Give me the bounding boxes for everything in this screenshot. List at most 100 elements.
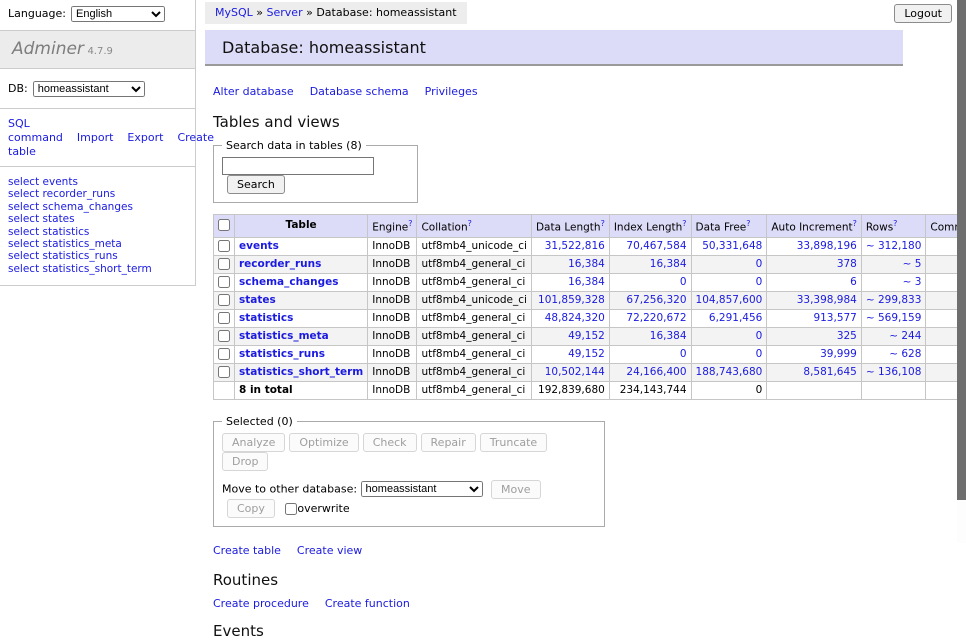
database-schema-link[interactable]: Database schema [310,85,409,98]
select-link[interactable]: select [8,226,39,238]
table-name-link[interactable]: statistics_runs [239,348,325,360]
rows-link[interactable]: ~ 569,159 [866,312,922,325]
auto-increment-link[interactable]: 6 [771,276,857,289]
row-checkbox[interactable] [218,240,230,252]
index-length-link[interactable]: 70,467,584 [614,240,687,253]
rows-link[interactable]: ~ 5 [866,258,922,271]
alter-database-link[interactable]: Alter database [213,85,294,98]
rows-link[interactable]: ~ 244 [866,330,922,343]
db-select[interactable]: homeassistant [33,81,145,97]
import-link[interactable]: Import [77,131,114,144]
index-length-link[interactable]: 72,220,672 [614,312,687,325]
row-checkbox[interactable] [218,258,230,270]
help-icon[interactable]: ? [853,219,857,228]
data-free-link[interactable]: 6,291,456 [696,312,763,325]
select-link[interactable]: select [8,188,39,200]
rows-link[interactable]: ~ 3 [866,276,922,289]
scrollbar-thumb[interactable] [957,0,966,500]
table-link-states[interactable]: states [43,213,75,225]
row-checkbox[interactable] [218,348,230,360]
data-free-link[interactable]: 188,743,680 [696,366,763,379]
index-length-link[interactable]: 16,384 [614,330,687,343]
create-procedure-link[interactable]: Create procedure [213,597,309,610]
table-name-link[interactable]: statistics [239,312,293,324]
analyze-button[interactable]: Analyze [222,433,285,452]
index-length-link[interactable]: 67,256,320 [614,294,687,307]
table-link-recorder-runs[interactable]: recorder_runs [43,188,116,200]
repair-button[interactable]: Repair [421,433,476,452]
table-link-events[interactable]: events [43,176,78,188]
create-table-link[interactable]: Create table [213,544,281,557]
table-name-link[interactable]: recorder_runs [239,258,321,270]
table-link-statistics[interactable]: statistics [43,226,90,238]
help-icon[interactable]: ? [893,219,897,228]
rows-link[interactable]: ~ 312,180 [866,240,922,253]
data-length-link[interactable]: 49,152 [536,330,605,343]
data-length-link[interactable]: 16,384 [536,258,605,271]
search-input[interactable] [222,157,374,175]
truncate-button[interactable]: Truncate [480,433,547,452]
table-link-statistics-short-term[interactable]: statistics_short_term [43,263,152,275]
mysql-breadcrumb-link[interactable]: MySQL [215,6,253,19]
data-free-link[interactable]: 0 [696,258,763,271]
index-length-link[interactable]: 0 [614,348,687,361]
sql-command-link[interactable]: SQL command [8,117,63,144]
table-name-link[interactable]: events [239,240,279,252]
create-function-link[interactable]: Create function [325,597,410,610]
table-name-link[interactable]: states [239,294,276,306]
select-link[interactable]: select [8,263,39,275]
row-checkbox[interactable] [218,294,230,306]
table-link-statistics-meta[interactable]: statistics_meta [43,238,122,250]
data-length-link[interactable]: 10,502,144 [536,366,605,379]
copy-button[interactable]: Copy [227,499,275,518]
auto-increment-link[interactable]: 33,398,984 [771,294,857,307]
select-link[interactable]: select [8,238,39,250]
server-breadcrumb-link[interactable]: Server [267,6,303,19]
check-button[interactable]: Check [363,433,417,452]
data-length-link[interactable]: 31,522,816 [536,240,605,253]
select-all-checkbox[interactable] [218,219,230,231]
data-length-link[interactable]: 101,859,328 [536,294,605,307]
export-link[interactable]: Export [127,131,163,144]
auto-increment-link[interactable]: 913,577 [771,312,857,325]
move-db-select[interactable]: homeassistant [361,481,483,497]
data-free-link[interactable]: 0 [696,348,763,361]
auto-increment-link[interactable]: 325 [771,330,857,343]
drop-button[interactable]: Drop [222,452,268,471]
table-name-link[interactable]: statistics_short_term [239,366,363,378]
create-view-link[interactable]: Create view [297,544,362,557]
overwrite-checkbox[interactable] [285,503,297,515]
help-icon[interactable]: ? [408,219,412,228]
auto-increment-link[interactable]: 378 [771,258,857,271]
optimize-button[interactable]: Optimize [289,433,358,452]
rows-link[interactable]: ~ 299,833 [866,294,922,307]
index-length-link[interactable]: 16,384 [614,258,687,271]
help-icon[interactable]: ? [746,219,750,228]
help-icon[interactable]: ? [682,219,686,228]
vertical-scrollbar[interactable] [957,0,966,543]
data-free-link[interactable]: 0 [696,276,763,289]
select-link[interactable]: select [8,250,39,262]
row-checkbox[interactable] [218,330,230,342]
select-link[interactable]: select [8,201,39,213]
help-icon[interactable]: ? [601,219,605,228]
search-button[interactable]: Search [227,175,285,194]
language-select[interactable]: English [71,6,165,22]
index-length-link[interactable]: 24,166,400 [614,366,687,379]
auto-increment-link[interactable]: 8,581,645 [771,366,857,379]
auto-increment-link[interactable]: 39,999 [771,348,857,361]
data-free-link[interactable]: 0 [696,330,763,343]
index-length-link[interactable]: 0 [614,276,687,289]
row-checkbox[interactable] [218,276,230,288]
table-name-link[interactable]: schema_changes [239,276,339,288]
row-checkbox[interactable] [218,366,230,378]
auto-increment-link[interactable]: 33,898,196 [771,240,857,253]
data-free-link[interactable]: 104,857,600 [696,294,763,307]
rows-link[interactable]: ~ 136,108 [866,366,922,379]
logout-button[interactable]: Logout [894,4,952,23]
table-link-statistics-runs[interactable]: statistics_runs [43,250,118,262]
help-icon[interactable]: ? [468,219,472,228]
privileges-link[interactable]: Privileges [425,85,478,98]
data-length-link[interactable]: 48,824,320 [536,312,605,325]
row-checkbox[interactable] [218,312,230,324]
